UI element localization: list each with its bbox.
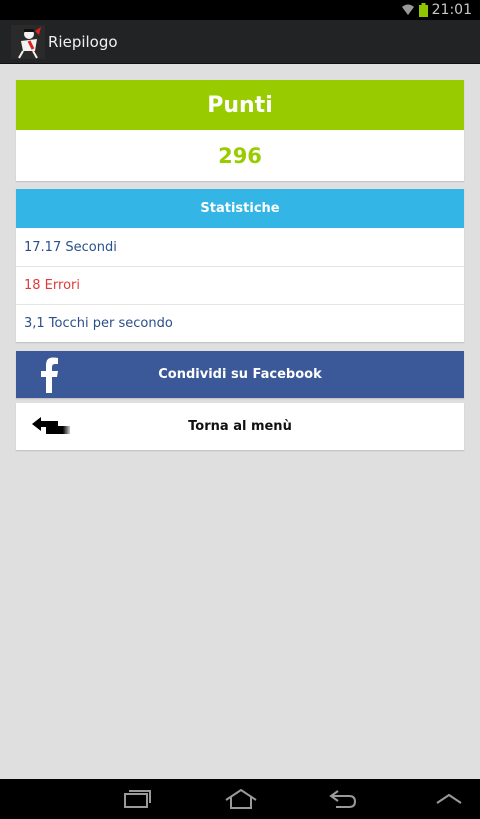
- app-logo-icon[interactable]: [11, 25, 45, 59]
- menu-up-icon: [436, 793, 462, 804]
- battery-icon: [418, 3, 428, 17]
- status-clock: 21:01: [431, 2, 472, 18]
- system-nav-bar: [0, 779, 480, 819]
- stat-time: 17.17 Secondi: [24, 239, 117, 255]
- action-bar: Riepilogo: [0, 20, 480, 64]
- score-card: Punti 296: [16, 80, 464, 181]
- share-facebook-button[interactable]: Condividi su Facebook: [16, 351, 464, 398]
- recent-apps-button[interactable]: [112, 779, 162, 819]
- score-value: 296: [218, 143, 262, 168]
- menu-up-button[interactable]: [424, 779, 474, 819]
- page-title: Riepilogo: [48, 33, 118, 51]
- home-icon: [225, 789, 257, 809]
- stat-errors: 18 Errori: [16, 266, 464, 304]
- score-label: Punti: [16, 80, 464, 130]
- stats-card: Statistiche 17.17 Secondi 18 Errori 3,1 …: [16, 189, 464, 342]
- back-to-menu-label: Torna al menù: [188, 419, 292, 434]
- home-button[interactable]: [216, 779, 266, 819]
- recent-apps-icon: [124, 790, 151, 808]
- back-to-menu-button[interactable]: Torna al menù: [16, 403, 464, 450]
- share-facebook-label: Condividi su Facebook: [158, 367, 322, 382]
- stat-taps-per-second: 3,1 Tocchi per secondo: [16, 304, 464, 342]
- back-icon: [329, 790, 357, 808]
- wifi-icon: [401, 4, 414, 15]
- stats-title: Statistiche: [16, 189, 464, 228]
- status-bar: 21:01: [0, 0, 480, 20]
- back-button[interactable]: [318, 779, 368, 819]
